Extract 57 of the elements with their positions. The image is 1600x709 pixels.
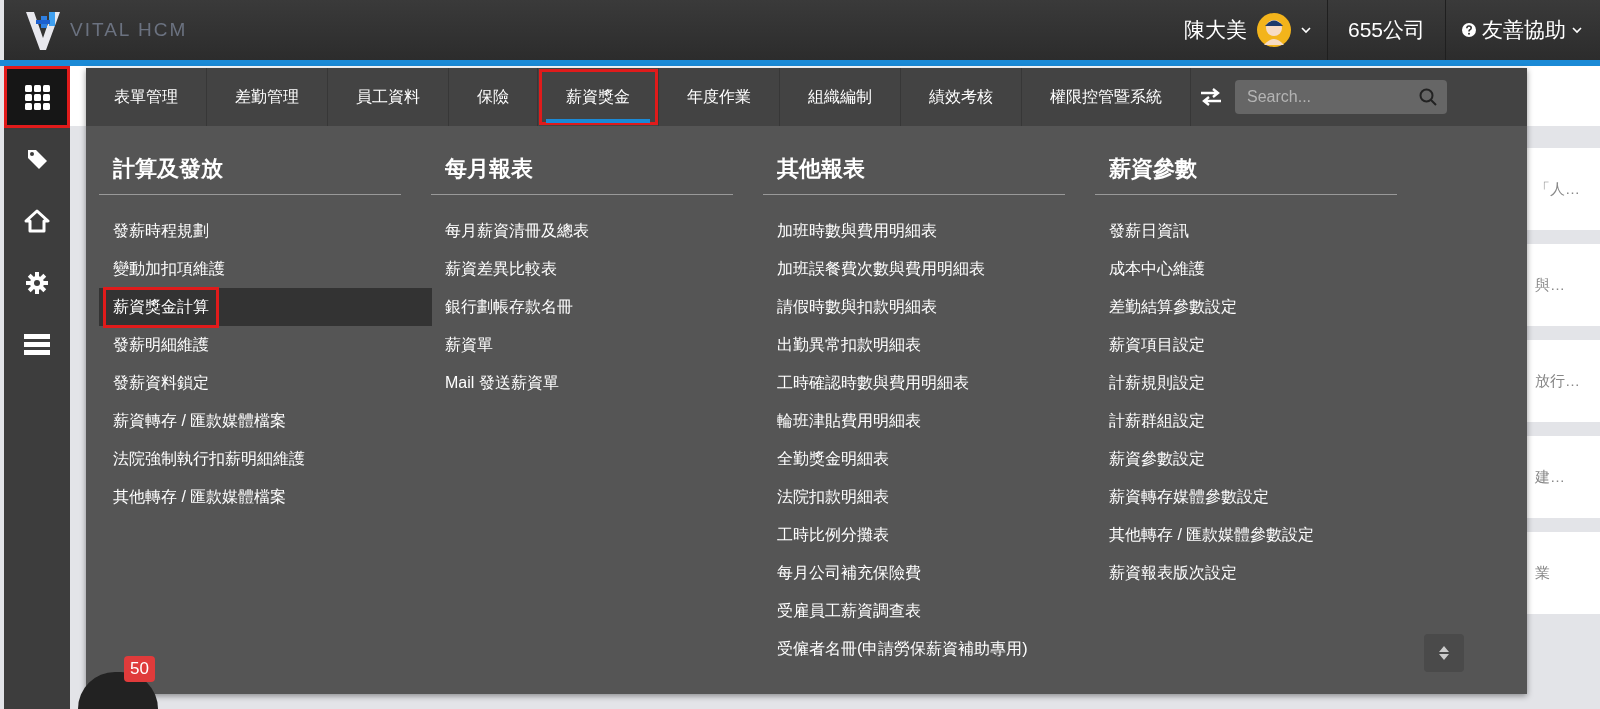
menu-item[interactable]: 薪資單	[431, 326, 764, 364]
menu-item[interactable]: 請假時數與扣款明細表	[763, 288, 1096, 326]
menu-item[interactable]: 變動加扣項維護	[99, 250, 432, 288]
menu-tab[interactable]: 差勤管理	[207, 68, 328, 126]
menu-item[interactable]: 加班誤餐費次數與費用明細表	[763, 250, 1096, 288]
column-heading: 薪資參數	[1095, 154, 1397, 195]
menu-item[interactable]: 受雇員工薪資調查表	[763, 592, 1096, 630]
menu-item[interactable]: 出勤異常扣款明細表	[763, 326, 1096, 364]
menu-tab[interactable]: 表單管理	[86, 68, 207, 126]
logo-text: VITAL HCM	[70, 19, 188, 41]
menu-tab[interactable]: 組織編制	[780, 68, 901, 126]
menu-item[interactable]: 其他轉存 / 匯款媒體參數設定	[1095, 516, 1428, 554]
menu-item[interactable]: 輪班津貼費用明細表	[763, 402, 1096, 440]
menu-item[interactable]: 薪資轉存媒體參數設定	[1095, 478, 1428, 516]
menu-item[interactable]: 計薪規則設定	[1095, 364, 1428, 402]
menu-tab[interactable]: 年度作業	[659, 68, 780, 126]
column-heading: 計算及發放	[99, 154, 401, 195]
card-text: 與…	[1535, 275, 1565, 295]
menu-tab[interactable]: 權限控管暨系統	[1022, 68, 1191, 126]
menu-item[interactable]: 每月薪資清冊及總表	[431, 212, 764, 250]
menu-item[interactable]: 薪資差異比較表	[431, 250, 764, 288]
menu-item[interactable]: 法院強制執行扣薪明細維護	[99, 440, 432, 478]
menu-item[interactable]: 發薪日資訊	[1095, 212, 1428, 250]
menu-item[interactable]: 其他轉存 / 匯款媒體檔案	[99, 478, 432, 516]
menu-tab[interactable]: 員工資料	[328, 68, 449, 126]
card-text: 「人…	[1535, 179, 1580, 199]
menu-item[interactable]: 發薪資料鎖定	[99, 364, 432, 402]
menu-item[interactable]: 法院扣款明細表	[763, 478, 1096, 516]
menu-item[interactable]: 計薪群組設定	[1095, 402, 1428, 440]
menu-tab[interactable]: 保險	[449, 68, 538, 126]
user-menu[interactable]: 陳大美	[1167, 0, 1327, 60]
menu-item[interactable]: 薪資獎金計算	[99, 288, 432, 326]
menu-item[interactable]: 工時確認時數與費用明細表	[763, 364, 1096, 402]
menu-item[interactable]: 發薪明細維護	[99, 326, 432, 364]
menu-tab[interactable]: 薪資獎金	[538, 68, 659, 126]
menu-item[interactable]: 薪資報表版次設定	[1095, 554, 1428, 592]
menu-item[interactable]: 成本中心維護	[1095, 250, 1428, 288]
column-heading: 每月報表	[431, 154, 733, 195]
menu-item[interactable]: 全勤獎金明細表	[763, 440, 1096, 478]
card-text: 放行…	[1535, 371, 1580, 391]
column-heading: 其他報表	[763, 154, 1065, 195]
menu-item[interactable]: 銀行劃帳存款名冊	[431, 288, 764, 326]
menu-item[interactable]: 薪資參數設定	[1095, 440, 1428, 478]
menu-item[interactable]: 工時比例分攤表	[763, 516, 1096, 554]
menu-item[interactable]: 加班時數與費用明細表	[763, 212, 1096, 250]
card-text: 建…	[1535, 467, 1565, 487]
menu-item[interactable]: 薪資項目設定	[1095, 326, 1428, 364]
menu-tab[interactable]: 績效考核	[901, 68, 1022, 126]
card-text: 業	[1535, 563, 1550, 583]
menu-item[interactable]: Mail 發送薪資單	[431, 364, 764, 402]
menu-item[interactable]: 差勤結算參數設定	[1095, 288, 1428, 326]
menu-item[interactable]: 薪資轉存 / 匯款媒體檔案	[99, 402, 432, 440]
menu-item[interactable]: 每月公司補充保險費	[763, 554, 1096, 592]
menu-item[interactable]: 受僱者名冊(申請勞保薪資補助專用)	[763, 630, 1096, 668]
notification-badge: 50	[124, 656, 155, 682]
menu-item[interactable]: 發薪時程規劃	[99, 212, 432, 250]
search-field[interactable]: Search...	[1235, 80, 1447, 114]
